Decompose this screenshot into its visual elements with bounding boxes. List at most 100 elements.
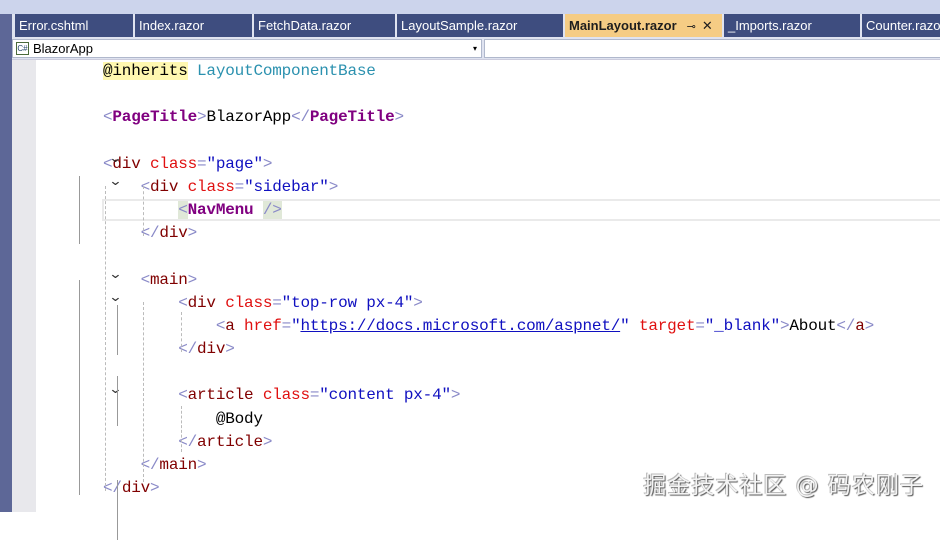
code-token: div — [159, 224, 188, 243]
code-token: NavMenu — [187, 201, 254, 220]
code-token: = — [695, 316, 705, 335]
pin-icon[interactable]: ⊸ — [687, 21, 696, 33]
code-token: > — [262, 432, 273, 451]
code-token: class — [150, 154, 198, 173]
code-token: class — [187, 177, 235, 196]
fold-toggle-icon[interactable]: ⌄ — [108, 174, 122, 189]
code-line: @inherits LayoutComponentBase — [103, 60, 376, 83]
code-line: <NavMenu /> — [103, 199, 282, 222]
code-token: = — [272, 293, 282, 312]
code-token: article — [187, 386, 254, 405]
fold-toggle-icon[interactable]: ⌄ — [108, 290, 122, 305]
watermark: 掘金技术社区 @ 码农刚子 — [643, 473, 924, 499]
code-token: @Body — [215, 409, 263, 428]
code-line: <div class="sidebar"> — [103, 176, 339, 199]
member-dropdown[interactable] — [484, 39, 940, 58]
code-line: </div> — [103, 477, 160, 500]
code-token: /> — [262, 201, 282, 220]
close-icon[interactable]: ✕ — [702, 18, 713, 33]
tab-label: Counter.razor — [866, 18, 940, 33]
code-line: <a href="https://docs.microsoft.com/aspn… — [103, 315, 874, 338]
tab-label: LayoutSample.razor — [401, 18, 518, 33]
code-token: target — [638, 316, 696, 335]
code-token: "content px-4" — [319, 386, 451, 405]
indent-guide — [181, 312, 182, 352]
tab-label: Index.razor — [139, 18, 205, 33]
project-dropdown[interactable]: C# BlazorApp ▾ — [12, 39, 482, 58]
fold-range-line — [79, 176, 80, 244]
code-line: <div class="top-row px-4"> — [103, 292, 423, 315]
code-token: > — [413, 293, 423, 312]
code-token: https://docs.microsoft.com/aspnet/ — [300, 316, 621, 335]
code-token: > — [187, 270, 198, 289]
tab-fetchdata-razor[interactable]: FetchData.razor — [254, 14, 395, 37]
code-token: > — [197, 455, 207, 474]
code-token: > — [779, 316, 790, 335]
navigation-bar: C# BlazorApp ▾ — [12, 37, 940, 60]
code-token: BlazorApp — [206, 108, 292, 127]
tab-label: _Imports.razor — [728, 18, 812, 33]
code-token: > — [394, 108, 405, 127]
code-token: main — [159, 455, 198, 474]
code-token: > — [262, 154, 273, 173]
code-token: > — [225, 340, 235, 359]
document-tab-bar: Error.cshtml Index.razor FetchData.razor La… — [12, 14, 940, 37]
window-top-band — [0, 0, 940, 14]
tab-counter-razor[interactable]: Counter.razor — [862, 14, 940, 37]
code-token: article — [197, 432, 263, 451]
code-token: div — [150, 177, 179, 196]
code-line: <article class="content px-4"> — [103, 384, 460, 407]
indent-guide — [181, 406, 182, 452]
tab-index-razor[interactable]: Index.razor — [135, 14, 252, 37]
code-token: > — [187, 224, 198, 243]
editor-margin — [12, 60, 36, 512]
code-editor[interactable]: @inherits LayoutComponentBase <PageTitle>… — [36, 60, 940, 540]
code-line: @Body — [103, 408, 263, 431]
code-token: @inherits — [103, 62, 188, 80]
code-token: < — [103, 108, 113, 127]
code-token: PageTitle — [112, 108, 198, 127]
code-line: </div> — [103, 338, 235, 361]
code-token: > — [328, 177, 339, 196]
code-token: = — [309, 386, 320, 405]
code-token: = — [281, 316, 292, 335]
code-token: div — [197, 340, 226, 359]
tab-layoutsample-razor[interactable]: LayoutSample.razor — [397, 14, 563, 37]
fold-range-line — [117, 480, 118, 540]
code-line: </main> — [103, 454, 207, 477]
code-token: "top-row px-4" — [281, 293, 414, 312]
code-token: class — [262, 386, 310, 405]
code-token: About — [789, 316, 837, 335]
indent-guide — [143, 186, 144, 236]
code-token: > — [450, 386, 461, 405]
tab-label: FetchData.razor — [258, 18, 352, 33]
fold-range-line — [117, 376, 118, 426]
left-tool-strip — [0, 14, 12, 512]
code-token: "page" — [206, 154, 263, 173]
indent-guide — [143, 302, 144, 482]
code-token: > — [864, 316, 875, 335]
code-token: PageTitle — [309, 108, 395, 127]
fold-toggle-icon[interactable]: ⌄ — [108, 267, 122, 282]
tab-error-cshtml[interactable]: Error.cshtml — [15, 14, 133, 37]
fold-toggle-icon[interactable]: ⌄ — [108, 382, 122, 397]
code-token: < — [140, 270, 151, 289]
tab-mainlayout-razor[interactable]: MainLayout.razor ⊸ ✕ — [565, 14, 722, 37]
code-line: <PageTitle>BlazorApp</PageTitle> — [103, 106, 404, 129]
csharp-project-icon: C# — [16, 42, 29, 55]
tab-imports-razor[interactable]: _Imports.razor — [724, 14, 860, 37]
code-line: </div> — [103, 222, 198, 245]
project-name: BlazorApp — [33, 41, 93, 56]
fold-toggle-icon[interactable]: ⌄ — [108, 151, 122, 166]
